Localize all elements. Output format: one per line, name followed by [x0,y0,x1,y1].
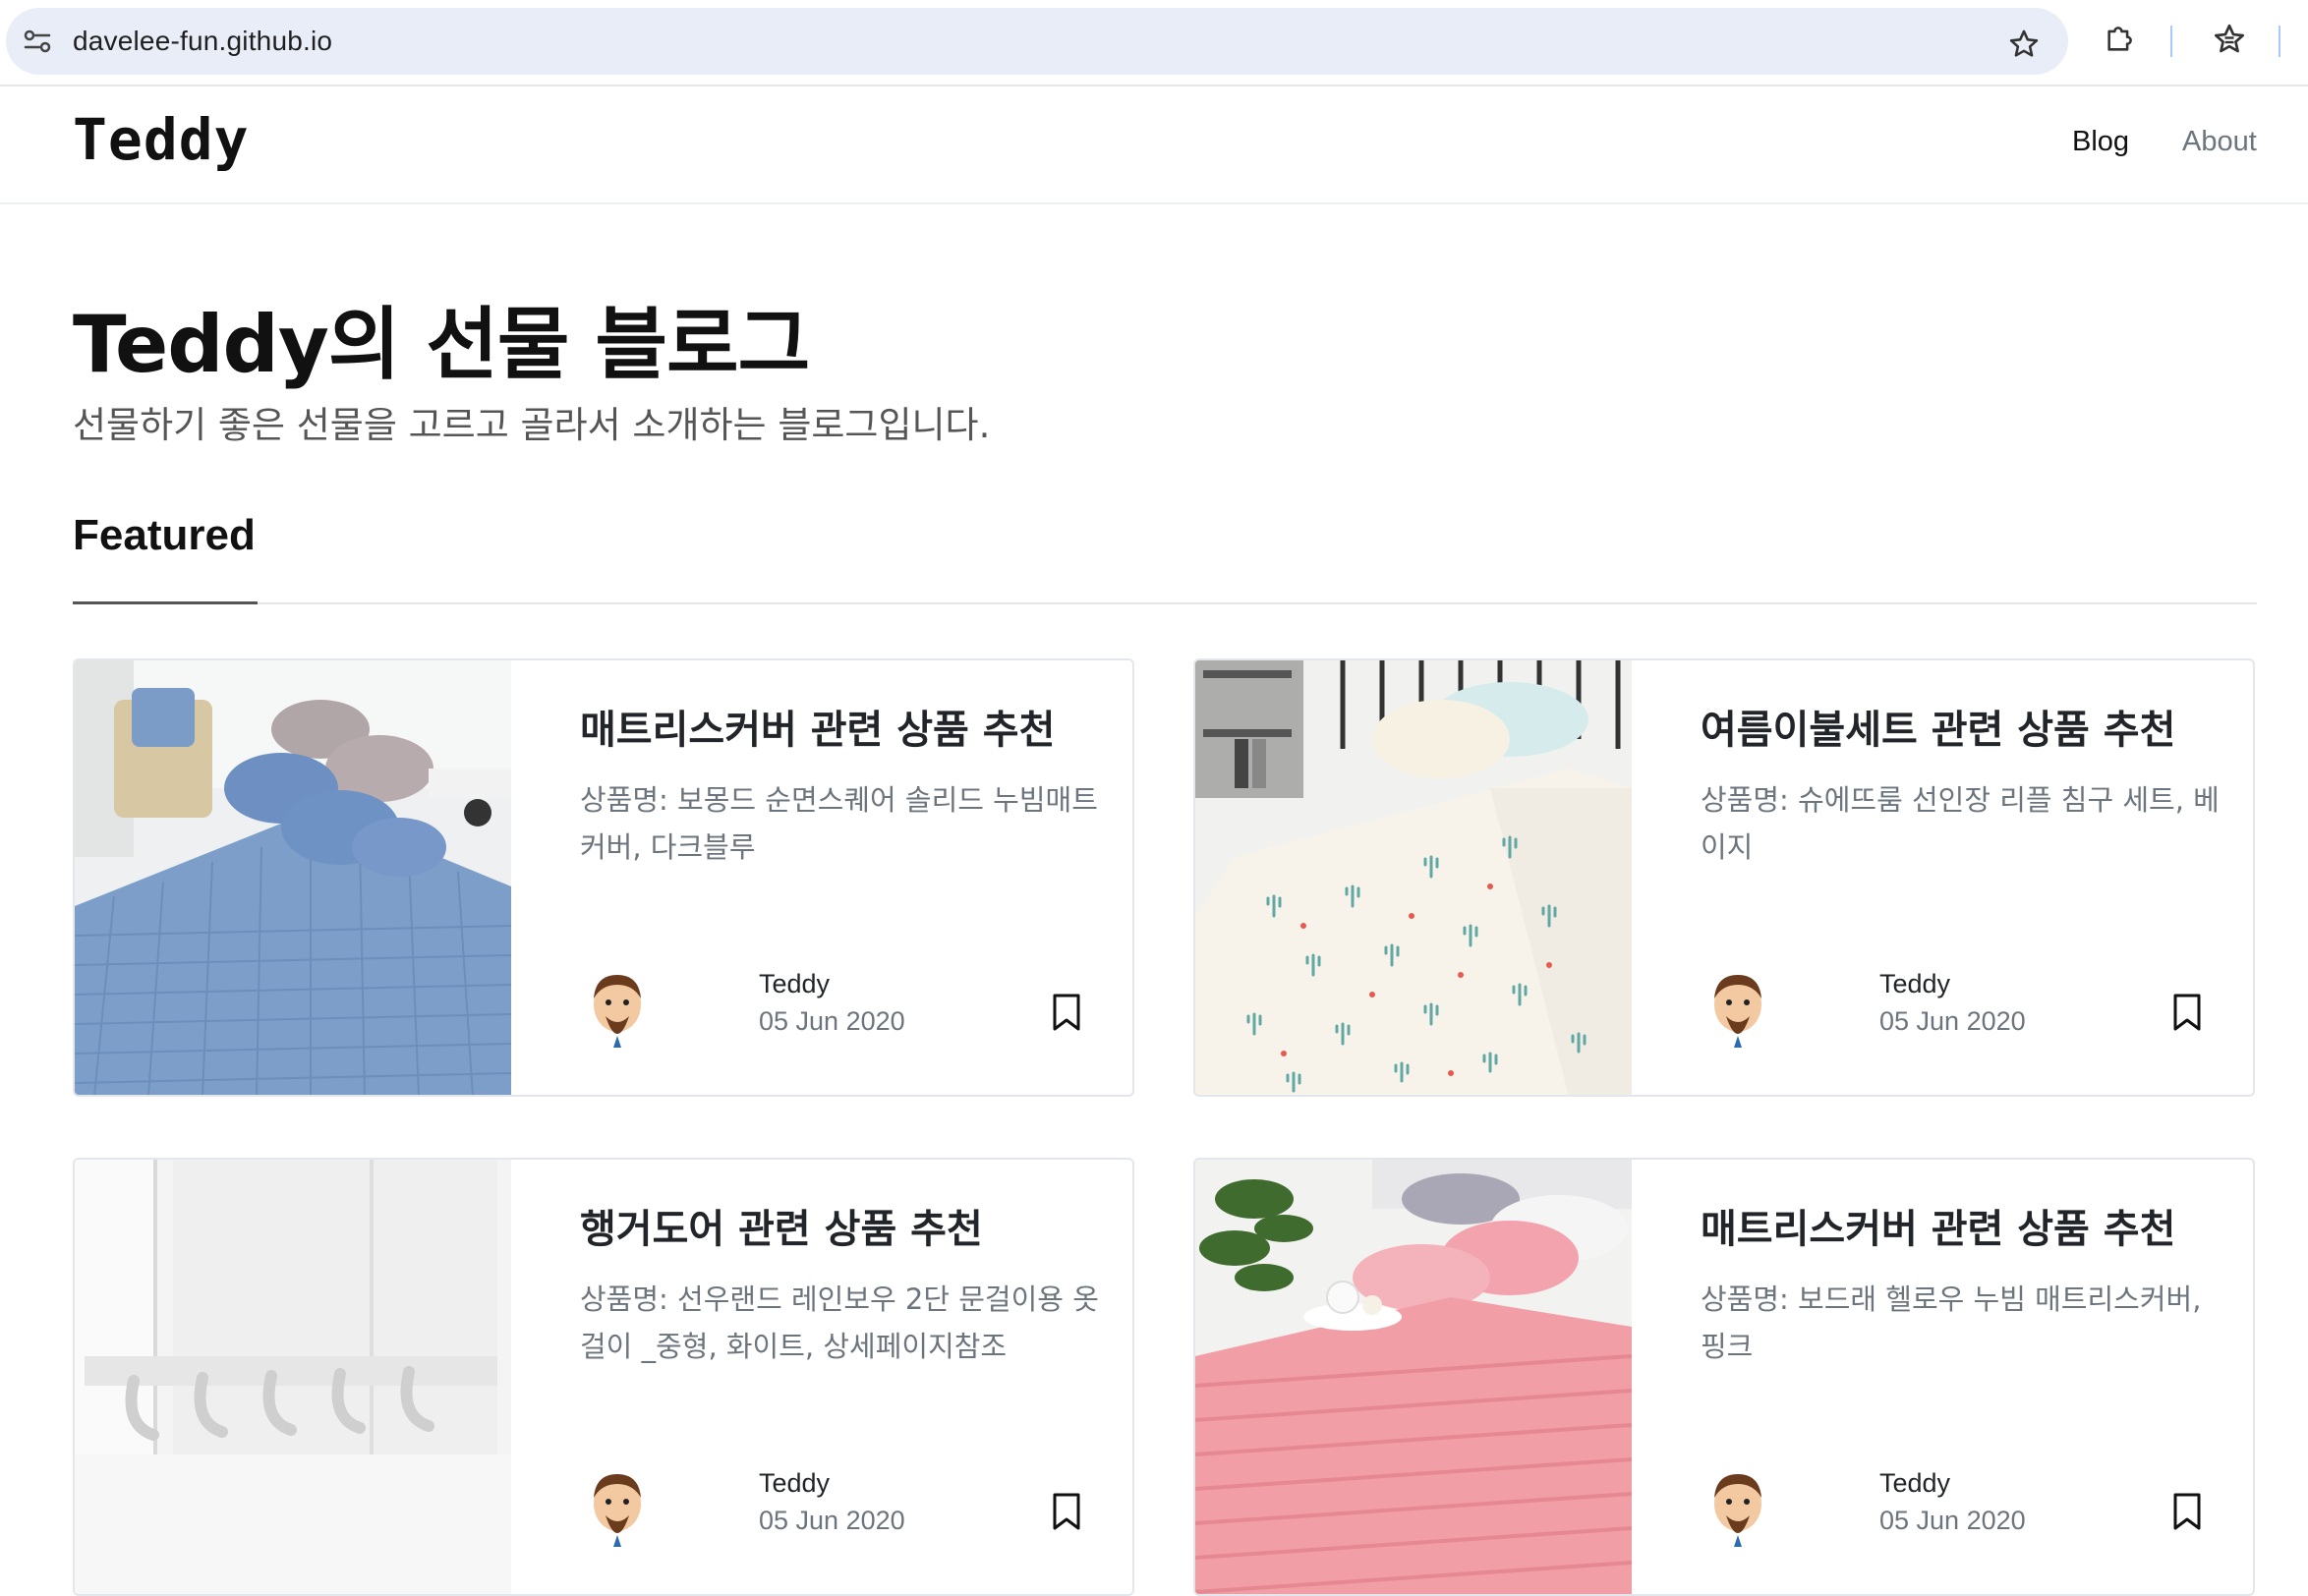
blue-quilted-mattress-cover-photo [75,660,511,1095]
post-date: 05 Jun 2020 [759,1506,905,1535]
author-avatar[interactable] [584,1468,651,1547]
post-date: 05 Jun 2020 [1879,1006,2026,1036]
site-info-icon[interactable] [22,28,53,55]
post-date: 05 Jun 2020 [1879,1506,2026,1535]
bookmark-icon[interactable] [1052,1492,1081,1531]
post-meta: Teddy 05 Jun 2020 [1632,1468,2253,1547]
post-card-body: 매트리스커버 관련 상품 추천 상품명: 보드래 헬로우 누빔 매트리스커버, … [1632,1160,2253,1594]
post-title[interactable]: 매트리스커버 관련 상품 추천 [1701,1197,2231,1254]
site-header: Teddy Blog About [0,88,2308,204]
nav-blog-link[interactable]: Blog [2072,126,2129,158]
post-card-body: 행거도어 관련 상품 추천 상품명: 선우랜드 레인보우 2단 문걸이용 옷걸이… [511,1160,1132,1594]
section-divider-accent [73,601,258,604]
section-title: Featured [73,511,256,559]
post-meta: Teddy 05 Jun 2020 [511,969,1132,1048]
page-subtitle: 선물하기 좋은 선물을 고르고 골라서 소개하는 블로그입니다. [73,404,991,446]
post-thumbnail[interactable] [75,660,511,1095]
post-date: 05 Jun 2020 [759,1006,905,1036]
post-excerpt: 상품명: 슈에뜨룸 선인장 리플 침구 세트, 베이지 [1701,783,2220,864]
post-card[interactable]: 행거도어 관련 상품 추천 상품명: 선우랜드 레인보우 2단 문걸이용 옷걸이… [73,1158,1134,1596]
browser-toolbar: davelee-fun.github.io [0,0,2308,86]
toolbar-divider [2279,26,2280,57]
author-avatar[interactable] [1704,1468,1771,1547]
address-bar[interactable]: davelee-fun.github.io [6,8,2068,75]
post-card-body: 여름이불세트 관련 상품 추천 상품명: 슈에뜨룸 선인장 리플 침구 세트, … [1632,660,2253,1095]
page-title: Teddy의 선물 블로그 [73,299,810,390]
author-avatar[interactable] [584,969,651,1048]
post-thumbnail[interactable] [75,1160,511,1594]
author-name[interactable]: Teddy [1879,969,1950,999]
bookmarks-icon[interactable] [2212,22,2247,57]
post-title[interactable]: 행거도어 관련 상품 추천 [580,1197,1111,1254]
post-excerpt: 상품명: 보몽드 순면스퀘어 솔리드 누빔매트커버, 다크블루 [580,783,1098,864]
post-excerpt: 상품명: 보드래 헬로우 누빔 매트리스커버, 핑크 [1701,1282,2202,1363]
bookmark-icon[interactable] [2172,993,2202,1032]
bookmark-icon[interactable] [2172,1492,2202,1531]
post-excerpt: 상품명: 선우랜드 레인보우 2단 문걸이용 옷걸이 _중형, 화이트, 상세페… [580,1282,1099,1363]
url-text[interactable]: davelee-fun.github.io [73,26,332,57]
post-card-body: 매트리스커버 관련 상품 추천 상품명: 보몽드 순면스퀘어 솔리드 누빔매트커… [511,660,1132,1095]
post-thumbnail[interactable] [1195,660,1632,1095]
author-name[interactable]: Teddy [759,969,830,999]
post-title[interactable]: 여름이불세트 관련 상품 추천 [1701,698,2231,755]
post-meta: Teddy 05 Jun 2020 [511,1468,1132,1547]
nav-about-link[interactable]: About [2182,126,2257,158]
white-door-hanger-photo [75,1160,511,1594]
post-thumbnail[interactable] [1195,1160,1632,1594]
toolbar-divider [2170,26,2172,57]
author-name[interactable]: Teddy [1879,1468,1950,1499]
post-card[interactable]: 매트리스커버 관련 상품 추천 상품명: 보드래 헬로우 누빔 매트리스커버, … [1193,1158,2255,1596]
post-card[interactable]: 여름이불세트 관련 상품 추천 상품명: 슈에뜨룸 선인장 리플 침구 세트, … [1193,658,2255,1097]
extensions-icon[interactable] [2104,22,2137,55]
post-card[interactable]: 매트리스커버 관련 상품 추천 상품명: 보몽드 순면스퀘어 솔리드 누빔매트커… [73,658,1134,1097]
section-divider [73,602,2257,604]
bookmark-star-icon[interactable] [2007,28,2041,61]
pink-mattress-cover-photo [1195,1160,1632,1594]
cactus-print-bedding-photo [1195,660,1632,1095]
author-name[interactable]: Teddy [759,1468,830,1499]
post-title[interactable]: 매트리스커버 관련 상품 추천 [580,698,1111,755]
site-logo[interactable]: Teddy [73,106,250,173]
author-avatar[interactable] [1704,969,1771,1048]
bookmark-icon[interactable] [1052,993,1081,1032]
post-meta: Teddy 05 Jun 2020 [1632,969,2253,1048]
